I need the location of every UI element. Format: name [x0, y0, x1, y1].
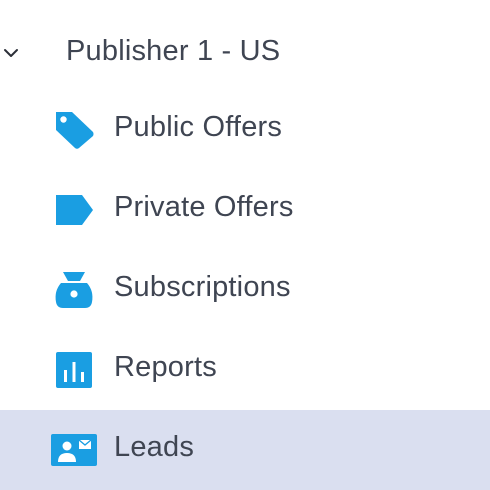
publisher-nav: Publisher 1 - US Public Offers Private O…: [0, 0, 490, 490]
sidebar-item-public-offers[interactable]: Public Offers: [0, 90, 490, 170]
sidebar-item-label: Reports: [114, 351, 217, 383]
publisher-group-header[interactable]: Publisher 1 - US: [0, 20, 490, 88]
tag-icon: [50, 110, 98, 150]
bar-chart-icon: [50, 350, 98, 390]
chevron-down-icon[interactable]: [2, 44, 20, 62]
sidebar-item-label: Public Offers: [114, 111, 283, 143]
contact-card-icon: [50, 430, 98, 470]
sidebar-item-label: Leads: [114, 431, 195, 463]
sidebar-item-leads[interactable]: Leads: [0, 410, 490, 490]
publisher-group-title: Publisher 1 - US: [66, 35, 281, 67]
subscription-icon: [50, 270, 98, 310]
sidebar-item-label: Private Offers: [114, 191, 294, 223]
label-icon: [50, 190, 98, 230]
sidebar-item-subscriptions[interactable]: Subscriptions: [0, 250, 490, 330]
sidebar-item-private-offers[interactable]: Private Offers: [0, 170, 490, 250]
sidebar-item-label: Subscriptions: [114, 271, 291, 303]
sidebar-item-reports[interactable]: Reports: [0, 330, 490, 410]
